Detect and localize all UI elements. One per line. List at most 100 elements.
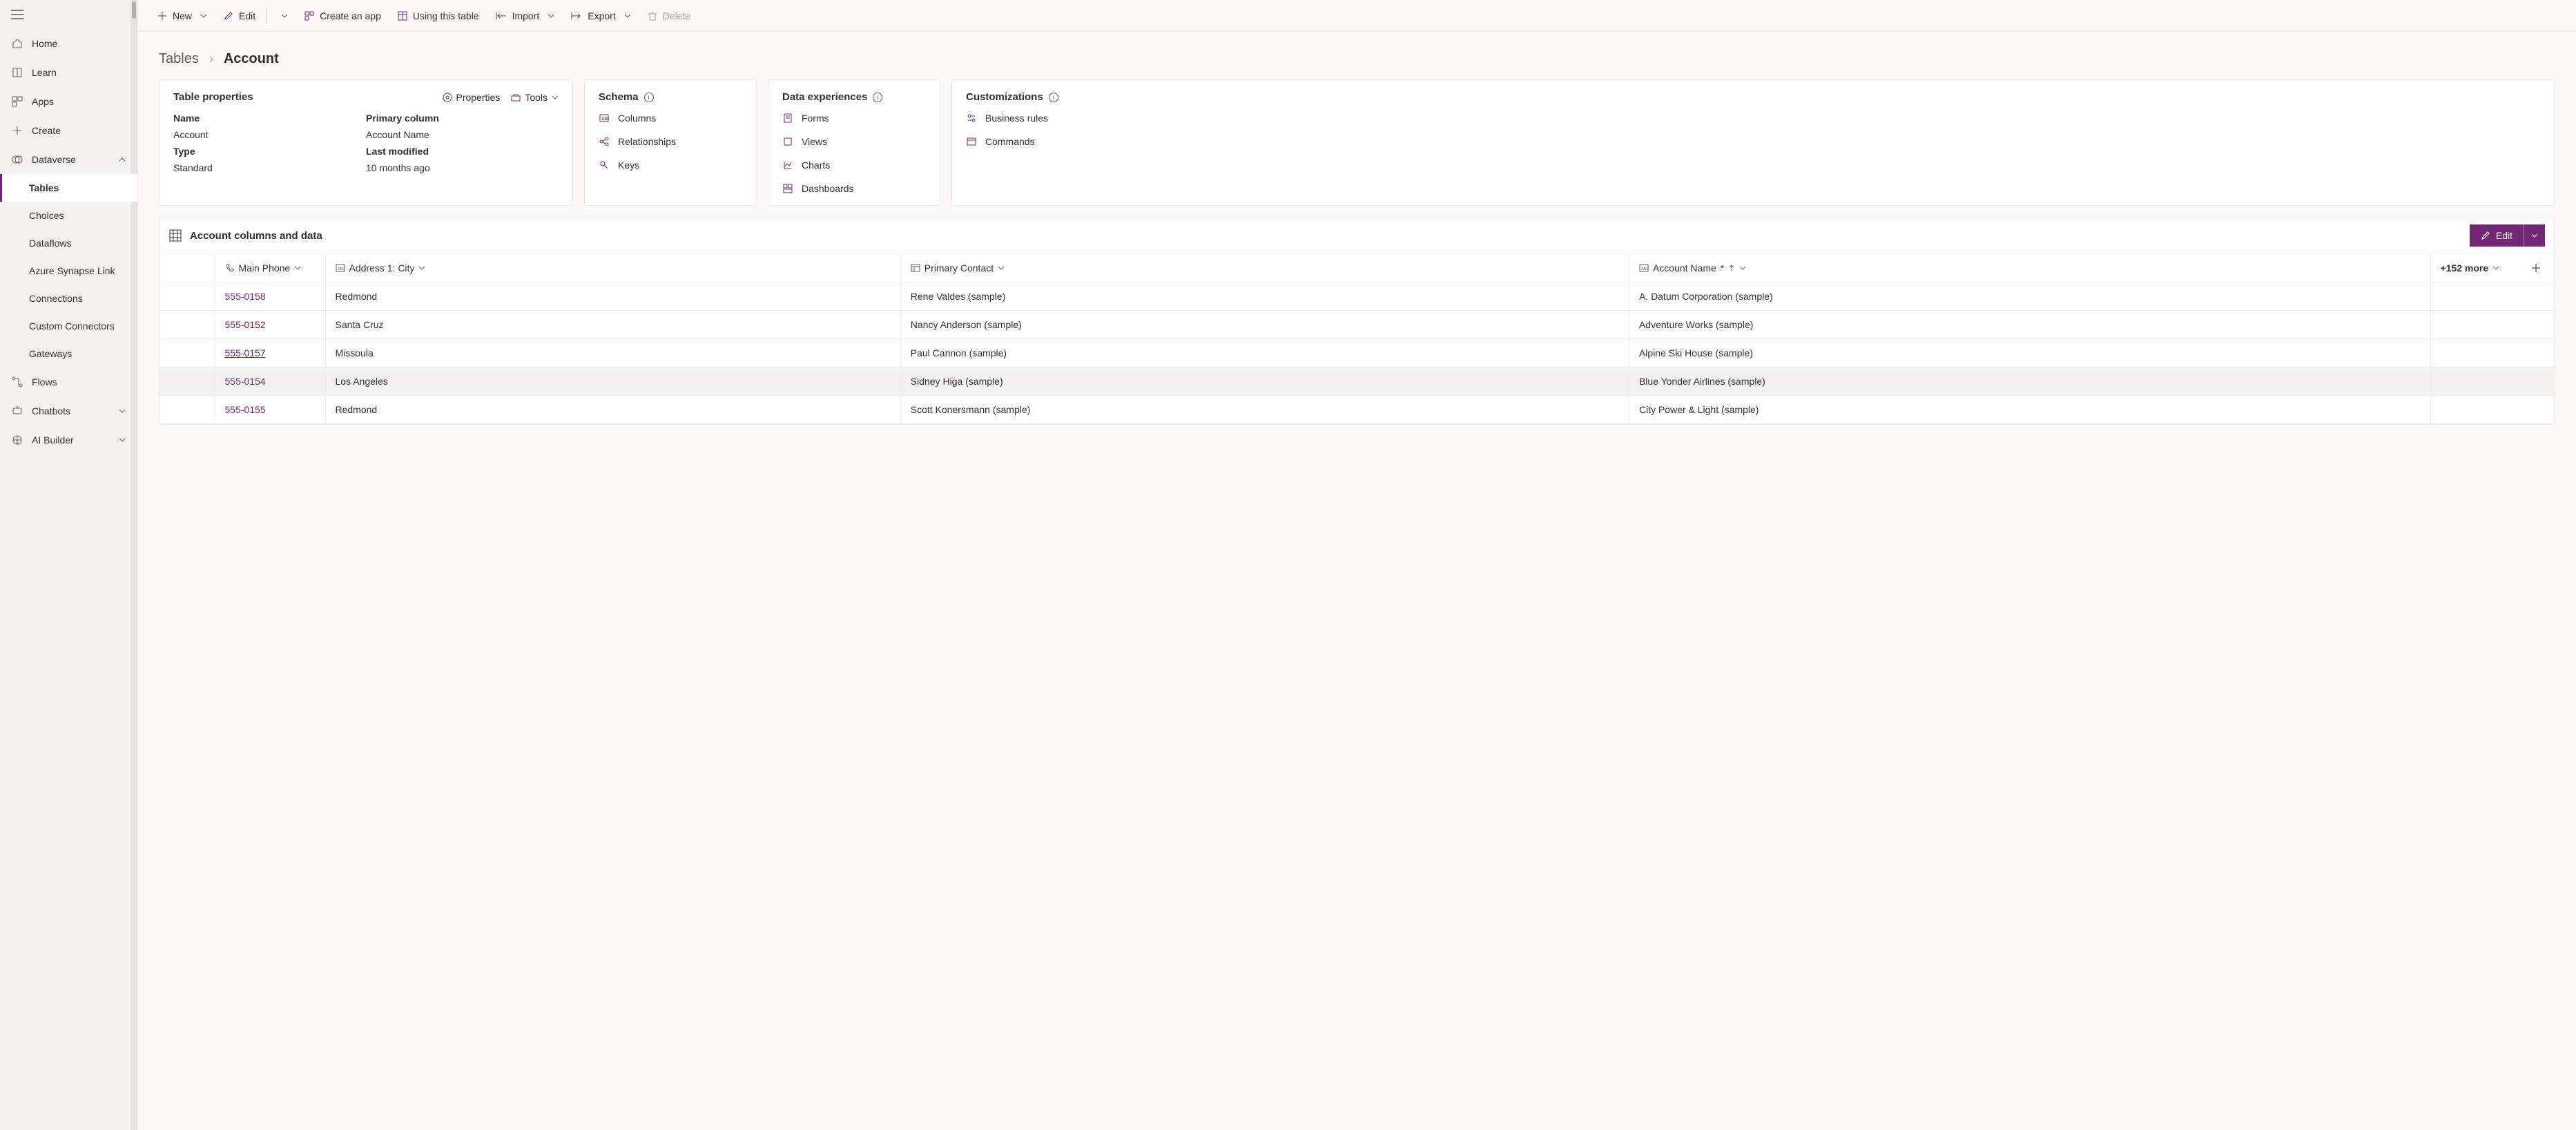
column-header-primary-contact[interactable]: Primary Contact	[911, 262, 1619, 274]
sidebar-item-dataverse[interactable]: Dataverse	[0, 145, 137, 174]
column-header-account-name[interactable]: Abc Account Name *	[1639, 262, 2421, 274]
cell-main-phone[interactable]: 555-0158	[215, 282, 325, 311]
views-link[interactable]: Views	[782, 136, 926, 147]
tools-button[interactable]: Tools	[511, 92, 559, 103]
table-icon	[398, 11, 407, 21]
svg-text:Abc: Abc	[1641, 267, 1648, 271]
cell-main-phone[interactable]: 555-0152	[215, 311, 325, 339]
cell-city[interactable]: Santa Cruz	[325, 311, 900, 339]
cell-primary-contact[interactable]: Scott Konersmann (sample)	[900, 396, 1629, 424]
add-column-button[interactable]	[2527, 263, 2545, 273]
sidebar-item-label: Dataverse	[32, 154, 76, 165]
row-selector-cell[interactable]	[159, 396, 215, 424]
charts-link[interactable]: Charts	[782, 160, 926, 171]
sidebar-item-learn[interactable]: Learn	[0, 58, 137, 87]
sidebar-item-azure-synapse-link[interactable]: Azure Synapse Link	[0, 257, 137, 285]
properties-button[interactable]: Properties	[443, 92, 501, 103]
breadcrumb-parent[interactable]: Tables	[159, 51, 199, 67]
sidebar-item-custom-connectors[interactable]: Custom Connectors	[0, 312, 137, 340]
cell-primary-contact[interactable]: Nancy Anderson (sample)	[900, 311, 1629, 339]
cell-city[interactable]: Redmond	[325, 282, 900, 311]
prop-last-modified-label: Last modified	[366, 146, 559, 157]
sidebar-item-gateways[interactable]: Gateways	[0, 340, 137, 367]
sidebar-item-dataflows[interactable]: Dataflows	[0, 229, 137, 257]
edit-button[interactable]: Edit	[217, 6, 262, 26]
row-selector-cell[interactable]	[159, 282, 215, 311]
business-rules-link[interactable]: Business rules	[966, 113, 2541, 124]
column-header-city[interactable]: Abc Address 1: City	[336, 262, 891, 274]
cell-empty	[2430, 396, 2555, 424]
forms-link[interactable]: Forms	[782, 113, 926, 124]
cell-account-name[interactable]: Alpine Ski House (sample)	[1629, 339, 2430, 367]
new-button[interactable]: New	[151, 6, 214, 26]
cell-main-phone[interactable]: 555-0155	[215, 396, 325, 424]
keys-link[interactable]: Keys	[599, 160, 742, 171]
export-button[interactable]: Export	[564, 6, 637, 26]
chevron-down-icon	[418, 265, 425, 271]
data-section-title: Account columns and data	[190, 230, 322, 242]
cell-city[interactable]: Missoula	[325, 339, 900, 367]
sidebar-item-flows[interactable]: Flows	[0, 367, 137, 396]
table-row[interactable]: 555-0154Los AngelesSidney Higa (sample)B…	[159, 367, 2555, 396]
cell-main-phone[interactable]: 555-0154	[215, 367, 325, 396]
more-columns-button[interactable]: +152 more	[2441, 262, 2500, 274]
schema-card: Schema i AbcColumns Relationships Keys	[584, 79, 757, 206]
cell-city[interactable]: Redmond	[325, 396, 900, 424]
cell-primary-contact[interactable]: Rene Valdes (sample)	[900, 282, 1629, 311]
prop-primary-column-label: Primary column	[366, 113, 559, 124]
sidebar-item-tables[interactable]: Tables	[0, 174, 137, 202]
relationship-icon	[599, 136, 610, 147]
cell-account-name[interactable]: Blue Yonder Airlines (sample)	[1629, 367, 2430, 396]
export-icon	[571, 11, 582, 21]
edit-data-button[interactable]: Edit	[2470, 224, 2524, 247]
edit-split-button[interactable]	[271, 8, 295, 23]
sidebar-item-home[interactable]: Home	[0, 29, 137, 58]
dashboards-link[interactable]: Dashboards	[782, 183, 926, 194]
info-icon[interactable]: i	[873, 93, 882, 102]
cell-primary-contact[interactable]: Sidney Higa (sample)	[900, 367, 1629, 396]
card-title: Schema	[599, 91, 639, 103]
toolbox-icon	[511, 93, 521, 102]
create-app-button[interactable]: Create an app	[298, 6, 388, 26]
breadcrumb-current: Account	[224, 51, 279, 67]
column-header-main-phone[interactable]: Main Phone	[225, 262, 316, 274]
row-selector-cell[interactable]	[159, 339, 215, 367]
sidebar-item-label: AI Builder	[32, 434, 74, 446]
commands-link[interactable]: Commands	[966, 136, 2541, 147]
plus-icon	[11, 124, 23, 137]
info-icon[interactable]: i	[1049, 93, 1058, 102]
table-row[interactable]: 555-0152Santa CruzNancy Anderson (sample…	[159, 311, 2555, 339]
chevron-down-icon	[118, 436, 126, 444]
info-icon[interactable]: i	[644, 93, 654, 102]
columns-link[interactable]: AbcColumns	[599, 113, 742, 124]
table-row[interactable]: 555-0158RedmondRene Valdes (sample)A. Da…	[159, 282, 2555, 311]
cell-city[interactable]: Los Angeles	[325, 367, 900, 396]
chevron-right-icon	[207, 55, 215, 64]
hamburger-button[interactable]	[0, 0, 137, 29]
sidebar-item-connections[interactable]: Connections	[0, 285, 137, 312]
sidebar-item-choices[interactable]: Choices	[0, 202, 137, 229]
chevron-down-icon	[998, 265, 1005, 271]
main-panel: New Edit Create an app Using this table	[138, 0, 2576, 1130]
row-selector-cell[interactable]	[159, 311, 215, 339]
sidebar-item-create[interactable]: Create	[0, 116, 137, 145]
edit-data-split-button[interactable]	[2524, 224, 2545, 247]
row-selector-cell[interactable]	[159, 367, 215, 396]
cell-main-phone[interactable]: 555-0157	[215, 339, 325, 367]
cell-account-name[interactable]: A. Datum Corporation (sample)	[1629, 282, 2430, 311]
app-icon	[304, 11, 314, 21]
sidebar-item-ai-builder[interactable]: AI Builder	[0, 425, 137, 454]
table-row[interactable]: 555-0155RedmondScott Konersmann (sample)…	[159, 396, 2555, 424]
sidebar-item-chatbots[interactable]: Chatbots	[0, 396, 137, 425]
sidebar-item-apps[interactable]: Apps	[0, 87, 137, 116]
home-icon	[11, 37, 23, 50]
import-button[interactable]: Import	[489, 6, 562, 26]
cell-primary-contact[interactable]: Paul Cannon (sample)	[900, 339, 1629, 367]
data-experiences-card: Data experiences i Forms Views Charts Da…	[768, 79, 940, 206]
cell-account-name[interactable]: City Power & Light (sample)	[1629, 396, 2430, 424]
using-table-button[interactable]: Using this table	[391, 6, 486, 26]
view-icon	[782, 136, 793, 147]
relationships-link[interactable]: Relationships	[599, 136, 742, 147]
cell-account-name[interactable]: Adventure Works (sample)	[1629, 311, 2430, 339]
table-row[interactable]: 555-0157MissoulaPaul Cannon (sample)Alpi…	[159, 339, 2555, 367]
